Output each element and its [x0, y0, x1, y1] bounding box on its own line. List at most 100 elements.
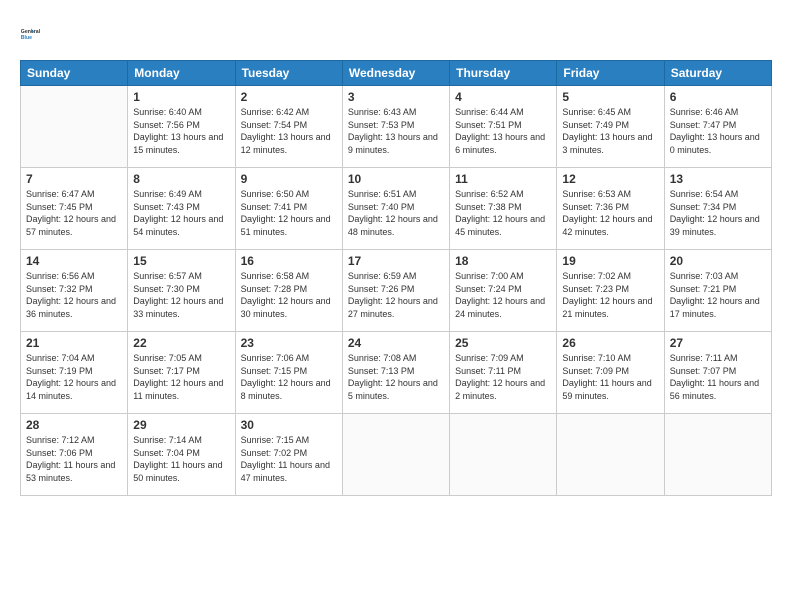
day-number: 22 [133, 336, 229, 350]
day-number: 19 [562, 254, 658, 268]
calendar-cell: 18 Sunrise: 7:00 AMSunset: 7:24 PMDaylig… [450, 250, 557, 332]
day-number: 13 [670, 172, 766, 186]
header: General Blue [20, 18, 772, 50]
day-info: Sunrise: 6:43 AMSunset: 7:53 PMDaylight:… [348, 107, 438, 155]
calendar-cell: 28 Sunrise: 7:12 AMSunset: 7:06 PMDaylig… [21, 414, 128, 496]
calendar-cell: 10 Sunrise: 6:51 AMSunset: 7:40 PMDaylig… [342, 168, 449, 250]
col-header-sunday: Sunday [21, 61, 128, 86]
day-info: Sunrise: 7:08 AMSunset: 7:13 PMDaylight:… [348, 353, 438, 401]
day-number: 11 [455, 172, 551, 186]
day-info: Sunrise: 7:00 AMSunset: 7:24 PMDaylight:… [455, 271, 545, 319]
day-number: 21 [26, 336, 122, 350]
calendar-cell: 29 Sunrise: 7:14 AMSunset: 7:04 PMDaylig… [128, 414, 235, 496]
col-header-thursday: Thursday [450, 61, 557, 86]
day-info: Sunrise: 7:12 AMSunset: 7:06 PMDaylight:… [26, 435, 115, 483]
day-info: Sunrise: 6:40 AMSunset: 7:56 PMDaylight:… [133, 107, 223, 155]
day-number: 5 [562, 90, 658, 104]
day-number: 16 [241, 254, 337, 268]
page: General Blue SundayMondayTuesdayWednesda… [0, 0, 792, 612]
day-number: 28 [26, 418, 122, 432]
day-number: 6 [670, 90, 766, 104]
day-info: Sunrise: 6:51 AMSunset: 7:40 PMDaylight:… [348, 189, 438, 237]
day-info: Sunrise: 6:57 AMSunset: 7:30 PMDaylight:… [133, 271, 223, 319]
day-number: 2 [241, 90, 337, 104]
calendar-cell: 26 Sunrise: 7:10 AMSunset: 7:09 PMDaylig… [557, 332, 664, 414]
day-info: Sunrise: 7:03 AMSunset: 7:21 PMDaylight:… [670, 271, 760, 319]
calendar-cell: 5 Sunrise: 6:45 AMSunset: 7:49 PMDayligh… [557, 86, 664, 168]
day-info: Sunrise: 6:44 AMSunset: 7:51 PMDaylight:… [455, 107, 545, 155]
day-info: Sunrise: 7:15 AMSunset: 7:02 PMDaylight:… [241, 435, 330, 483]
calendar-cell: 6 Sunrise: 6:46 AMSunset: 7:47 PMDayligh… [664, 86, 771, 168]
calendar-cell: 9 Sunrise: 6:50 AMSunset: 7:41 PMDayligh… [235, 168, 342, 250]
calendar: SundayMondayTuesdayWednesdayThursdayFrid… [20, 60, 772, 496]
week-row-1: 1 Sunrise: 6:40 AMSunset: 7:56 PMDayligh… [21, 86, 772, 168]
day-number: 27 [670, 336, 766, 350]
calendar-cell: 22 Sunrise: 7:05 AMSunset: 7:17 PMDaylig… [128, 332, 235, 414]
calendar-cell [557, 414, 664, 496]
day-info: Sunrise: 7:05 AMSunset: 7:17 PMDaylight:… [133, 353, 223, 401]
day-info: Sunrise: 7:09 AMSunset: 7:11 PMDaylight:… [455, 353, 545, 401]
calendar-cell: 2 Sunrise: 6:42 AMSunset: 7:54 PMDayligh… [235, 86, 342, 168]
calendar-cell: 21 Sunrise: 7:04 AMSunset: 7:19 PMDaylig… [21, 332, 128, 414]
day-info: Sunrise: 7:06 AMSunset: 7:15 PMDaylight:… [241, 353, 331, 401]
day-number: 25 [455, 336, 551, 350]
calendar-cell: 15 Sunrise: 6:57 AMSunset: 7:30 PMDaylig… [128, 250, 235, 332]
calendar-cell: 13 Sunrise: 6:54 AMSunset: 7:34 PMDaylig… [664, 168, 771, 250]
calendar-cell [342, 414, 449, 496]
calendar-cell: 3 Sunrise: 6:43 AMSunset: 7:53 PMDayligh… [342, 86, 449, 168]
col-header-tuesday: Tuesday [235, 61, 342, 86]
day-number: 29 [133, 418, 229, 432]
week-row-3: 14 Sunrise: 6:56 AMSunset: 7:32 PMDaylig… [21, 250, 772, 332]
day-info: Sunrise: 6:42 AMSunset: 7:54 PMDaylight:… [241, 107, 331, 155]
calendar-cell: 11 Sunrise: 6:52 AMSunset: 7:38 PMDaylig… [450, 168, 557, 250]
day-info: Sunrise: 7:02 AMSunset: 7:23 PMDaylight:… [562, 271, 652, 319]
calendar-cell: 14 Sunrise: 6:56 AMSunset: 7:32 PMDaylig… [21, 250, 128, 332]
day-number: 20 [670, 254, 766, 268]
logo: General Blue [20, 18, 52, 50]
svg-text:General: General [21, 29, 41, 35]
day-number: 17 [348, 254, 444, 268]
day-info: Sunrise: 7:10 AMSunset: 7:09 PMDaylight:… [562, 353, 651, 401]
col-header-monday: Monday [128, 61, 235, 86]
calendar-cell: 23 Sunrise: 7:06 AMSunset: 7:15 PMDaylig… [235, 332, 342, 414]
day-number: 7 [26, 172, 122, 186]
day-info: Sunrise: 6:58 AMSunset: 7:28 PMDaylight:… [241, 271, 331, 319]
day-info: Sunrise: 7:11 AMSunset: 7:07 PMDaylight:… [670, 353, 759, 401]
day-number: 24 [348, 336, 444, 350]
day-info: Sunrise: 6:52 AMSunset: 7:38 PMDaylight:… [455, 189, 545, 237]
calendar-cell: 7 Sunrise: 6:47 AMSunset: 7:45 PMDayligh… [21, 168, 128, 250]
day-number: 15 [133, 254, 229, 268]
calendar-cell [21, 86, 128, 168]
day-info: Sunrise: 6:50 AMSunset: 7:41 PMDaylight:… [241, 189, 331, 237]
calendar-cell: 16 Sunrise: 6:58 AMSunset: 7:28 PMDaylig… [235, 250, 342, 332]
day-info: Sunrise: 6:47 AMSunset: 7:45 PMDaylight:… [26, 189, 116, 237]
day-number: 3 [348, 90, 444, 104]
calendar-cell: 27 Sunrise: 7:11 AMSunset: 7:07 PMDaylig… [664, 332, 771, 414]
week-row-2: 7 Sunrise: 6:47 AMSunset: 7:45 PMDayligh… [21, 168, 772, 250]
calendar-cell: 30 Sunrise: 7:15 AMSunset: 7:02 PMDaylig… [235, 414, 342, 496]
calendar-cell [664, 414, 771, 496]
day-info: Sunrise: 6:56 AMSunset: 7:32 PMDaylight:… [26, 271, 116, 319]
calendar-cell: 25 Sunrise: 7:09 AMSunset: 7:11 PMDaylig… [450, 332, 557, 414]
day-number: 14 [26, 254, 122, 268]
calendar-cell: 4 Sunrise: 6:44 AMSunset: 7:51 PMDayligh… [450, 86, 557, 168]
calendar-cell: 19 Sunrise: 7:02 AMSunset: 7:23 PMDaylig… [557, 250, 664, 332]
logo-icon: General Blue [20, 18, 52, 50]
day-info: Sunrise: 7:14 AMSunset: 7:04 PMDaylight:… [133, 435, 222, 483]
day-info: Sunrise: 6:46 AMSunset: 7:47 PMDaylight:… [670, 107, 760, 155]
day-number: 10 [348, 172, 444, 186]
day-number: 12 [562, 172, 658, 186]
day-number: 9 [241, 172, 337, 186]
calendar-cell: 12 Sunrise: 6:53 AMSunset: 7:36 PMDaylig… [557, 168, 664, 250]
week-row-5: 28 Sunrise: 7:12 AMSunset: 7:06 PMDaylig… [21, 414, 772, 496]
day-info: Sunrise: 6:49 AMSunset: 7:43 PMDaylight:… [133, 189, 223, 237]
calendar-cell: 24 Sunrise: 7:08 AMSunset: 7:13 PMDaylig… [342, 332, 449, 414]
calendar-cell: 1 Sunrise: 6:40 AMSunset: 7:56 PMDayligh… [128, 86, 235, 168]
day-info: Sunrise: 6:45 AMSunset: 7:49 PMDaylight:… [562, 107, 652, 155]
day-info: Sunrise: 6:53 AMSunset: 7:36 PMDaylight:… [562, 189, 652, 237]
col-header-saturday: Saturday [664, 61, 771, 86]
week-row-4: 21 Sunrise: 7:04 AMSunset: 7:19 PMDaylig… [21, 332, 772, 414]
calendar-cell [450, 414, 557, 496]
day-number: 30 [241, 418, 337, 432]
calendar-cell: 8 Sunrise: 6:49 AMSunset: 7:43 PMDayligh… [128, 168, 235, 250]
